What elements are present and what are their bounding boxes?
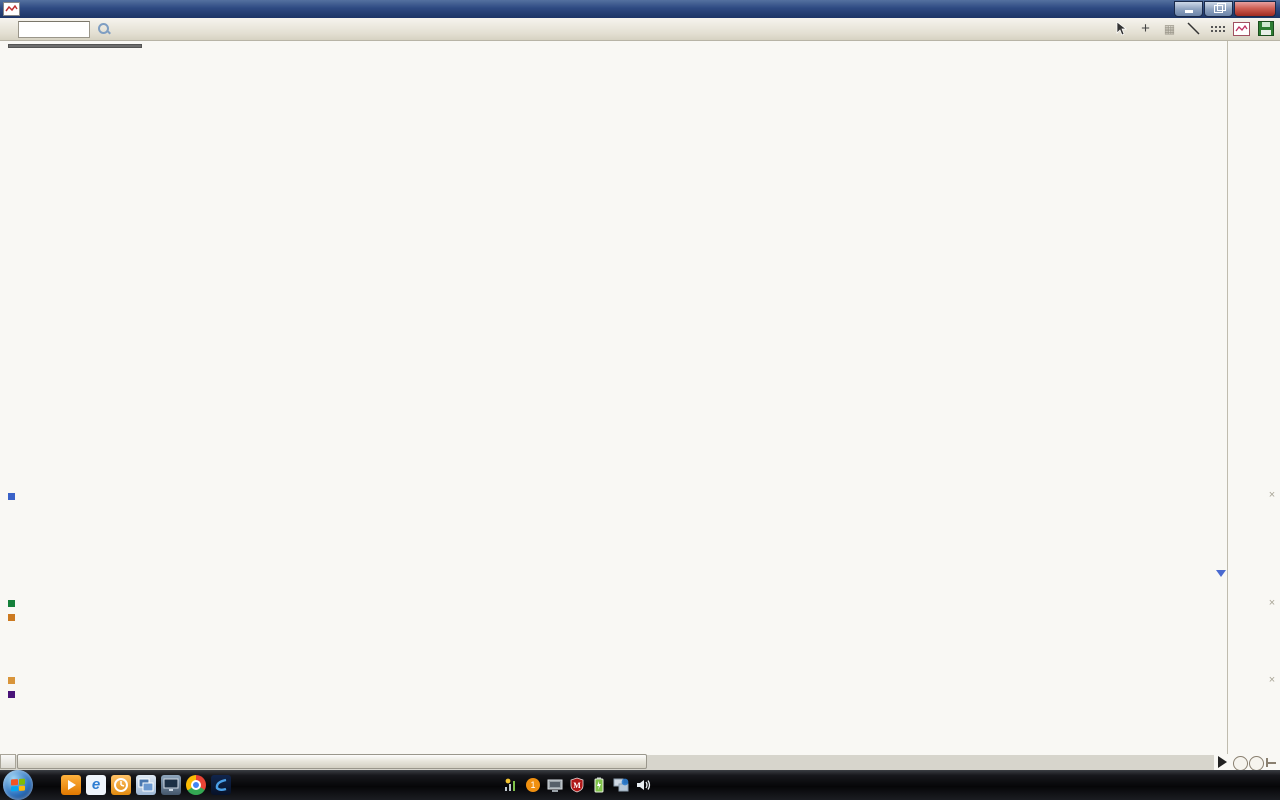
zoom-out-button[interactable]	[1233, 756, 1248, 771]
quick-launch-bar: e	[61, 775, 231, 795]
restore-icon	[1214, 5, 1223, 13]
minimize-icon	[1185, 10, 1193, 13]
symbol-search-input[interactable]	[18, 21, 90, 38]
zoom-in-button[interactable]	[1249, 756, 1264, 771]
window-titlebar[interactable]	[0, 0, 1280, 18]
close-volume-panel-icon[interactable]: ×	[1266, 489, 1278, 501]
scroll-right-icon[interactable]	[1218, 756, 1233, 768]
svg-text:M: M	[573, 781, 581, 790]
trigger-swatch	[8, 614, 15, 621]
svg-text:1: 1	[530, 780, 535, 790]
start-button[interactable]	[3, 770, 33, 800]
stoch-swatch	[8, 691, 15, 698]
data-window-legend	[8, 44, 142, 48]
grid-icon[interactable]: ▦	[1161, 20, 1178, 37]
wireless-icon[interactable]	[503, 777, 519, 793]
battery-icon[interactable]	[591, 777, 607, 793]
save-icon[interactable]	[1257, 20, 1274, 37]
crosshair-icon[interactable]: +	[1137, 20, 1154, 37]
media-player-icon[interactable]	[61, 775, 81, 795]
internet-explorer-icon[interactable]: e	[86, 775, 106, 795]
chrome-icon[interactable]	[186, 775, 206, 795]
network-icon[interactable]	[613, 777, 629, 793]
cursor-icon[interactable]	[1113, 20, 1130, 37]
volume-speaker-icon[interactable]	[635, 777, 651, 793]
trigger-legend	[8, 611, 20, 624]
scroll-left-button[interactable]	[0, 754, 16, 769]
close-macd-panel-icon[interactable]: ×	[1266, 597, 1278, 609]
stoch-legend	[8, 688, 20, 701]
minimize-button[interactable]	[1174, 1, 1203, 17]
volume-swatch	[8, 493, 15, 500]
menu-bar: + ▦	[0, 18, 1280, 41]
taskbar: e 1 M	[0, 770, 1280, 800]
macd-swatch	[8, 600, 15, 607]
search-icon[interactable]	[98, 23, 110, 35]
legend-date	[8, 44, 142, 48]
app-icon	[3, 2, 20, 16]
display-icon[interactable]	[547, 777, 563, 793]
mcafee-shield-icon[interactable]: M	[569, 777, 585, 793]
show-desktop-icon[interactable]	[161, 775, 181, 795]
price-axis	[1227, 40, 1280, 755]
chart-canvas[interactable]	[0, 40, 1228, 755]
volume-legend	[8, 490, 20, 503]
dotted-line-icon[interactable]	[1209, 20, 1226, 37]
system-tray: 1 M	[491, 777, 663, 793]
volume-scroll-arrow-icon	[1216, 570, 1226, 582]
desktop: { "window": { "title": "ΓΔ [60min] +2,81…	[0, 0, 1280, 800]
chart-scrollbar-row	[0, 754, 1280, 770]
close-stoch-panel-icon[interactable]: ×	[1266, 674, 1278, 686]
slow-swatch	[8, 677, 15, 684]
macd-legend	[8, 597, 20, 610]
chart-icon[interactable]	[1233, 20, 1250, 37]
notification-badge-icon[interactable]: 1	[525, 777, 541, 793]
range-select-icon[interactable]	[1266, 758, 1280, 767]
trendline-icon[interactable]	[1185, 20, 1202, 37]
restore-button[interactable]	[1204, 1, 1233, 17]
window-switcher-icon[interactable]	[136, 775, 156, 795]
clock-app-icon[interactable]	[111, 775, 131, 795]
blue-swoosh-icon[interactable]	[211, 775, 231, 795]
scrollbar-thumb[interactable]	[17, 754, 647, 769]
close-button[interactable]	[1234, 1, 1276, 17]
windows-logo-icon	[11, 779, 25, 792]
stoch-slow-legend	[8, 674, 20, 687]
